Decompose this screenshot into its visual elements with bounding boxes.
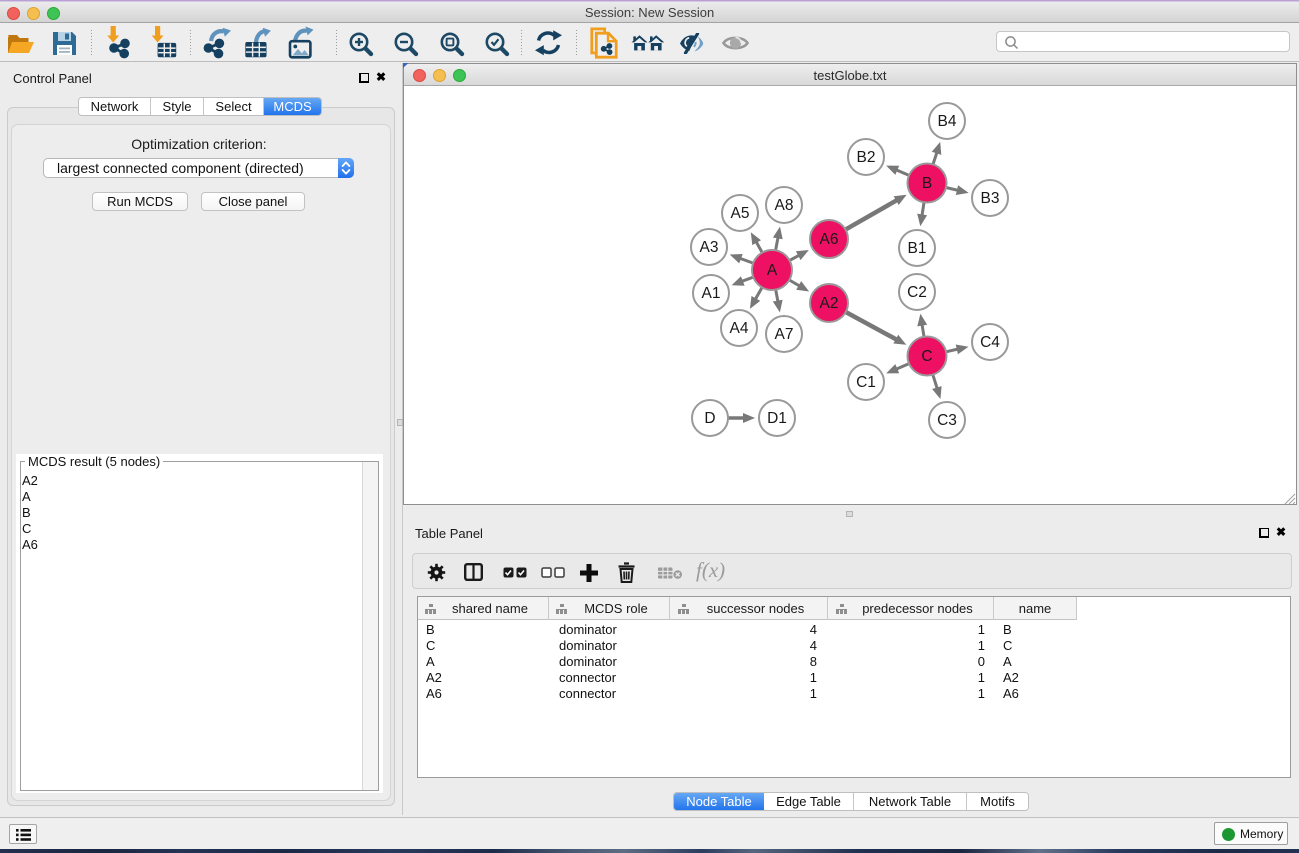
svg-text:A2: A2	[820, 295, 839, 312]
svg-text:B3: B3	[981, 190, 1000, 207]
svg-text:B2: B2	[857, 149, 876, 166]
svg-text:D1: D1	[767, 410, 787, 427]
svg-text:B: B	[922, 175, 932, 192]
svg-text:A6: A6	[820, 231, 839, 248]
svg-text:A1: A1	[702, 285, 721, 302]
svg-text:A3: A3	[700, 239, 719, 256]
svg-text:A: A	[767, 262, 778, 279]
svg-text:C1: C1	[856, 374, 876, 391]
svg-text:C2: C2	[907, 284, 927, 301]
svg-text:C: C	[921, 348, 932, 365]
svg-text:A5: A5	[731, 205, 750, 222]
svg-text:D: D	[704, 410, 715, 427]
svg-text:B1: B1	[908, 240, 927, 257]
svg-text:A7: A7	[775, 326, 794, 343]
svg-text:A8: A8	[775, 197, 794, 214]
svg-text:B4: B4	[938, 113, 957, 130]
svg-text:A4: A4	[730, 320, 749, 337]
svg-text:C4: C4	[980, 334, 1000, 351]
svg-text:C3: C3	[937, 412, 957, 429]
